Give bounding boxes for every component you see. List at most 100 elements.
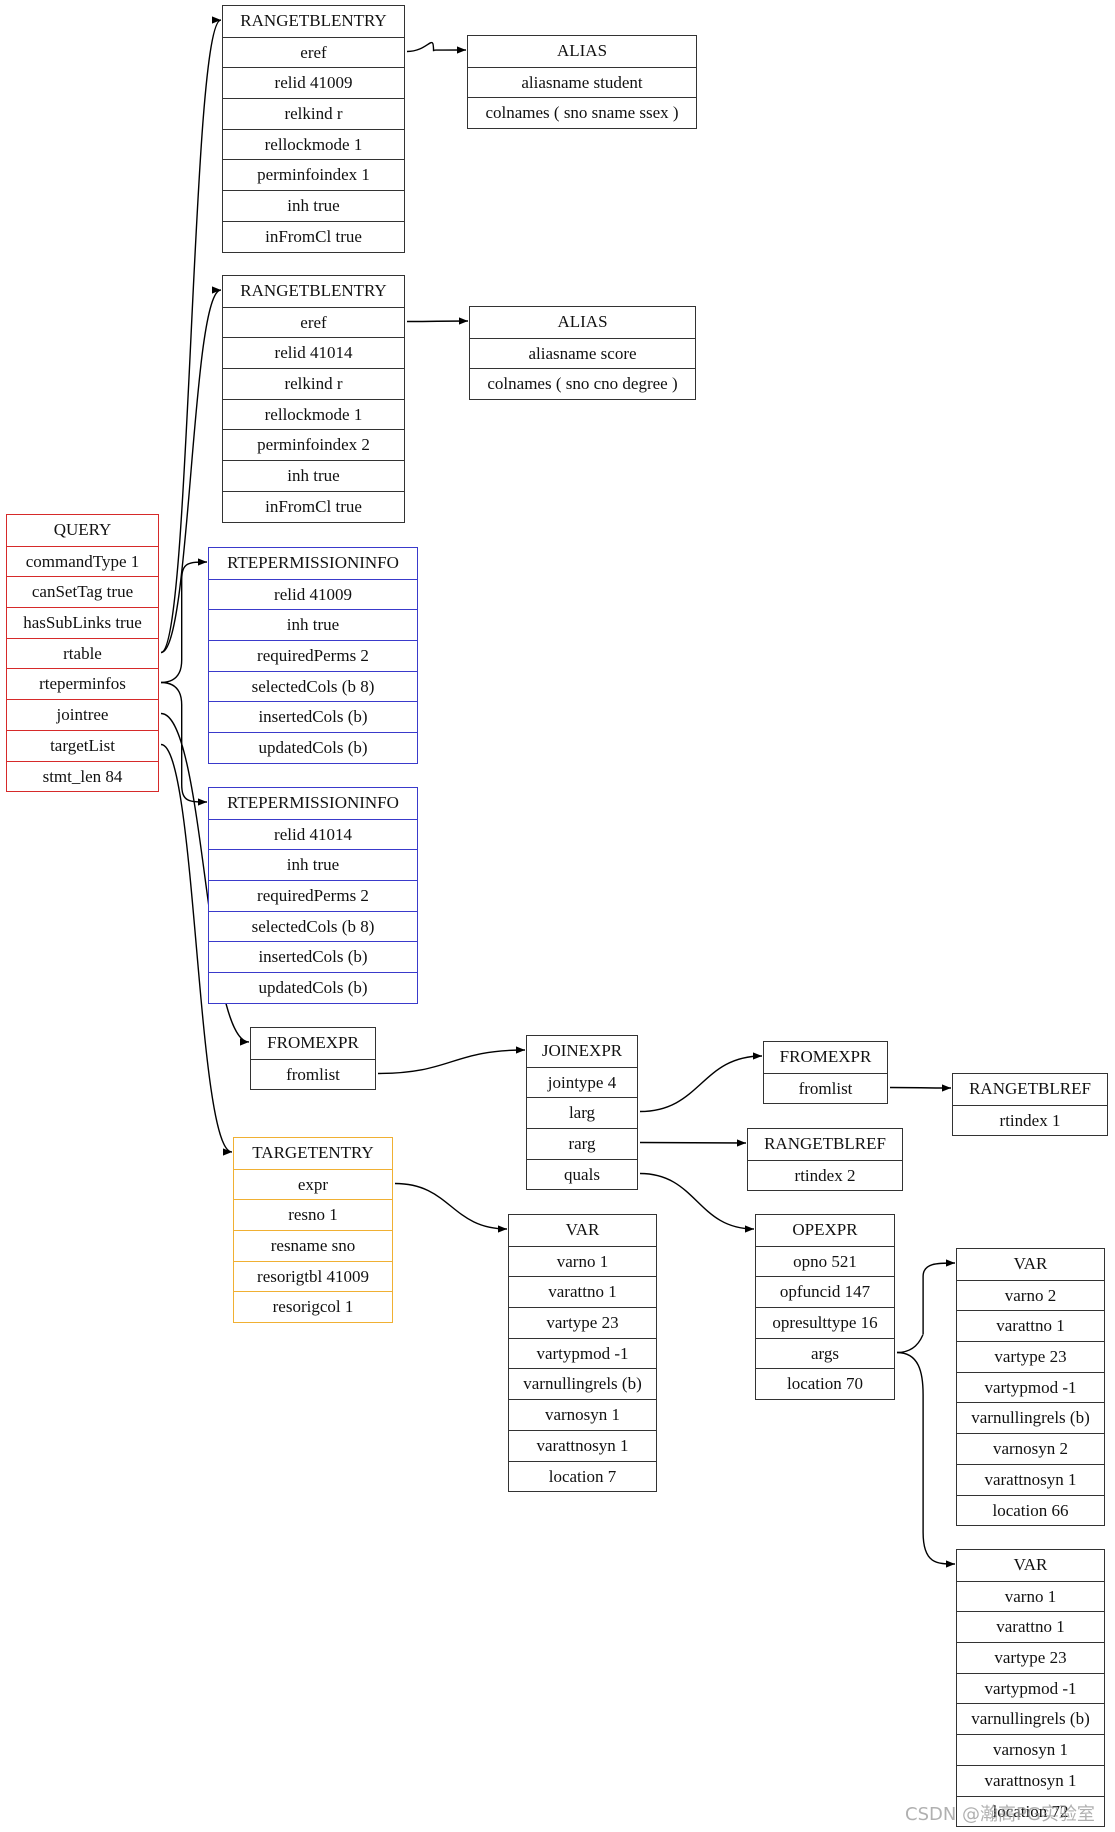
node-field: args	[756, 1337, 894, 1369]
node-field: selectedCols (b 8)	[209, 670, 417, 702]
node-field: opno 521	[756, 1245, 894, 1277]
edge-joinexpr-quals-to-opexpr	[639, 1172, 755, 1233]
node-field: inh true	[223, 190, 404, 221]
node-field: resno 1	[234, 1199, 392, 1230]
node-field: resname sno	[234, 1230, 392, 1261]
node-field: vartypmod -1	[509, 1337, 656, 1369]
node-rangetblref-1: RANGETBLREF rtindex 1	[952, 1073, 1108, 1137]
node-title: ALIAS	[557, 312, 608, 331]
node-field: resorigtbl 41009	[234, 1260, 392, 1292]
node-title: RTEPERMISSIONINFO	[227, 793, 399, 812]
node-field: requiredPerms 2	[209, 640, 417, 671]
node-field: relid 41014	[209, 818, 417, 850]
node-field: varattnosyn 1	[957, 1463, 1104, 1495]
node-title: ALIAS	[556, 41, 608, 60]
node-title: QUERY	[53, 520, 112, 539]
node-var-1: VAR varno 1 varattno 1 vartype 23 vartypmod …	[508, 1214, 657, 1493]
node-field: location 7	[509, 1460, 656, 1492]
node-field: fromlist	[764, 1072, 887, 1104]
node-title: TARGETENTRY	[252, 1143, 374, 1162]
node-field: colnames ( sno sname ssex )	[468, 97, 696, 128]
node-field: hasSubLinks true	[7, 607, 158, 638]
node-fromexpr-2: FROMEXPR fromlist	[763, 1041, 888, 1105]
node-field: varnullingrels (b)	[957, 1402, 1104, 1433]
node-field: relkind r	[223, 98, 404, 129]
node-rtepermissioninfo-1: RTEPERMISSIONINFO relid 41009 inh true requ…	[208, 547, 418, 764]
edge-opexpr-args-to-var3	[896, 1351, 956, 1568]
node-field: varnullingrels (b)	[509, 1368, 656, 1399]
node-field: stmt_len 84	[7, 760, 158, 792]
edge-joinexpr-larg-to-fromexpr2	[639, 1052, 763, 1113]
node-field: relid 41009	[209, 578, 417, 610]
node-field: canSetTag true	[7, 576, 158, 607]
node-field: eref	[223, 306, 404, 338]
node-field: vartype 23	[509, 1307, 656, 1338]
node-joinexpr: JOINEXPR jointype 4 larg rarg quals	[526, 1035, 638, 1191]
node-field: expr	[234, 1168, 392, 1200]
node-field: varnosyn 1	[509, 1399, 656, 1430]
node-field: relid 41009	[223, 67, 404, 98]
node-title: FROMEXPR	[779, 1047, 872, 1066]
node-field: opfuncid 147	[756, 1276, 894, 1307]
edges-layer	[160, 16, 956, 1568]
node-field: varattnosyn 1	[509, 1429, 656, 1461]
node-field: varnosyn 1	[957, 1734, 1104, 1765]
node-title: RANGETBLENTRY	[240, 281, 387, 300]
node-title: VAR	[1013, 1555, 1048, 1574]
node-field: insertedCols (b)	[209, 701, 417, 732]
node-field: updatedCols (b)	[209, 732, 417, 763]
node-field: relid 41014	[223, 337, 404, 368]
node-alias-1: ALIAS aliasname student colnames ( sno sna…	[467, 35, 697, 130]
node-title: VAR	[1013, 1254, 1048, 1273]
node-title: RANGETBLREF	[969, 1079, 1091, 1098]
node-field: targetList	[7, 729, 158, 761]
node-field: rellockmode 1	[223, 128, 404, 160]
node-field: fromlist	[251, 1058, 375, 1090]
node-var-2: VAR varno 2 varattno 1 vartype 23 vartypmod …	[956, 1248, 1105, 1527]
node-title: VAR	[565, 1220, 600, 1239]
node-targetentry: TARGETENTRY expr resno 1 resname sno resorig…	[233, 1137, 393, 1324]
watermark: CSDN @瀚高PG实验室	[905, 1804, 1095, 1825]
node-field: updatedCols (b)	[209, 972, 417, 1003]
node-field: location 70	[756, 1368, 894, 1399]
edge-fromexpr2-fromlist-to-rtref1	[889, 1084, 952, 1092]
node-title: OPEXPR	[792, 1220, 858, 1239]
node-field: rteperminfos	[7, 668, 158, 699]
node-field: varattno 1	[957, 1611, 1104, 1642]
node-field: vartype 23	[957, 1341, 1104, 1372]
edge-query-rteperminfos-to-perm2	[160, 681, 208, 806]
node-fromexpr-1: FROMEXPR fromlist	[250, 1027, 376, 1091]
node-field: selectedCols (b 8)	[209, 910, 417, 942]
edge-opexpr-args-to-var2	[896, 1259, 956, 1354]
node-field: larg	[527, 1097, 637, 1128]
node-field: rtindex 1	[953, 1104, 1107, 1136]
node-field: varnullingrels (b)	[957, 1703, 1104, 1734]
node-field: eref	[223, 36, 404, 68]
node-field: colnames ( sno cno degree )	[470, 368, 695, 399]
node-field: varno 1	[509, 1245, 656, 1277]
node-field: aliasname score	[470, 337, 695, 369]
node-field: opresulttype 16	[756, 1307, 894, 1338]
node-field: jointype 4	[527, 1066, 637, 1098]
node-field: rellockmode 1	[223, 398, 404, 430]
node-field: perminfoindex 1	[223, 159, 404, 190]
node-field: vartype 23	[957, 1642, 1104, 1673]
edge-rte2-eref-to-alias2	[406, 317, 469, 325]
node-field: inh true	[209, 849, 417, 880]
edge-targetentry-expr-to-var1	[394, 1182, 508, 1233]
node-field: varattnosyn 1	[957, 1764, 1104, 1796]
node-field: requiredPerms 2	[209, 880, 417, 911]
node-field: inFromCl true	[223, 490, 404, 522]
node-opexpr: OPEXPR opno 521 opfuncid 147 opresulttype 1…	[755, 1214, 895, 1401]
node-field: relkind r	[223, 368, 404, 399]
node-field: rtindex 2	[748, 1159, 902, 1191]
node-query: QUERY commandType 1 canSetTag true hasSubLi…	[6, 514, 159, 793]
node-field: inh true	[223, 460, 404, 491]
node-field: quals	[527, 1158, 637, 1190]
node-field: varattno 1	[509, 1276, 656, 1307]
node-field: rtable	[7, 637, 158, 669]
edge-fromexpr1-fromlist-to-joinexpr	[377, 1046, 526, 1075]
node-field: varno 1	[957, 1580, 1104, 1612]
node-var-3: VAR varno 1 varattno 1 vartype 23 vartypmod …	[956, 1549, 1105, 1828]
node-field: jointree	[7, 699, 158, 730]
